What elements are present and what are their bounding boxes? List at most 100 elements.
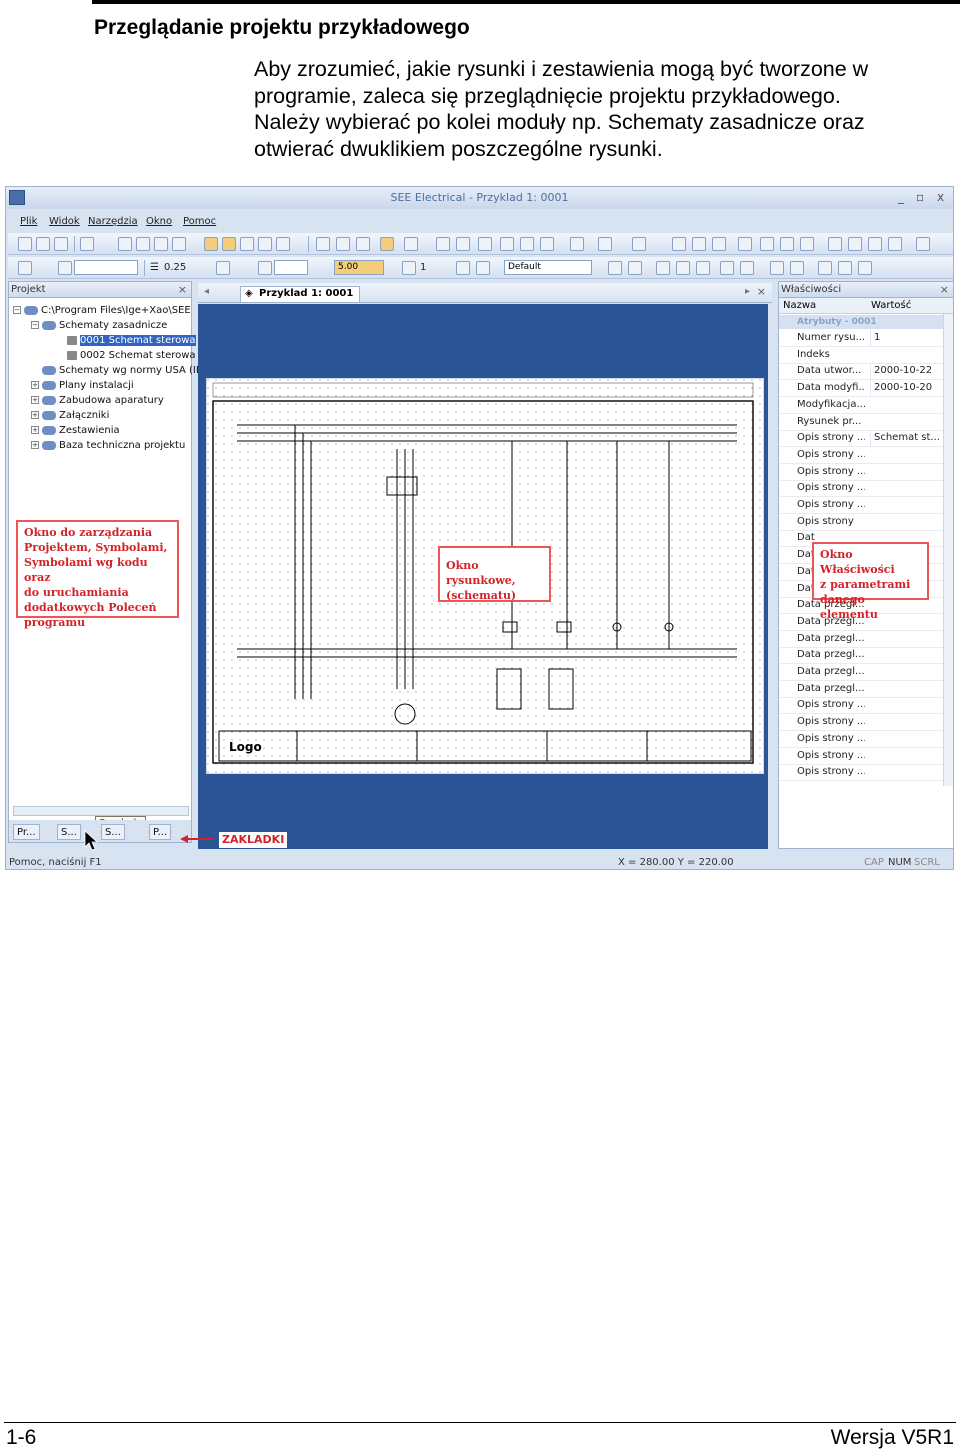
symbol-icon[interactable] xyxy=(818,261,832,275)
close-window-button[interactable]: x xyxy=(937,190,944,204)
arc-icon[interactable] xyxy=(500,237,514,251)
replace-icon[interactable] xyxy=(154,237,168,251)
property-row[interactable]: Opis strony ... xyxy=(779,480,944,498)
property-row[interactable]: Data modyfi... 2000-10-20 xyxy=(779,380,944,398)
tab-project[interactable]: Pr... xyxy=(13,824,40,840)
connect-icon[interactable] xyxy=(696,261,710,275)
property-row[interactable]: Opis strony ... xyxy=(779,748,944,765)
wire-icon[interactable] xyxy=(770,261,784,275)
tree-item-0002[interactable]: 0002 Schemat sterowa xyxy=(67,349,196,362)
text-style-icon[interactable] xyxy=(456,261,470,275)
property-row[interactable]: Data utwor... 2000-10-22 xyxy=(779,363,944,381)
delete-icon[interactable] xyxy=(916,237,930,251)
text-size-icon[interactable] xyxy=(476,261,490,275)
snap-icon[interactable] xyxy=(608,261,622,275)
line-icon[interactable] xyxy=(436,237,450,251)
cut-icon[interactable] xyxy=(672,237,686,251)
connect-icon[interactable] xyxy=(676,261,690,275)
property-row[interactable]: Numer rysu... 1 xyxy=(779,330,944,347)
menu-widok[interactable]: Widok xyxy=(49,216,80,227)
redo-icon[interactable] xyxy=(632,237,646,251)
properties-panel-close-icon[interactable]: × xyxy=(940,282,949,298)
attributes-group[interactable]: Atrybuty - 0001 xyxy=(779,315,944,329)
align-icon[interactable] xyxy=(738,237,752,251)
line-style-select[interactable] xyxy=(74,260,138,275)
property-row[interactable]: Rysunek pr... xyxy=(779,414,944,431)
paste-icon[interactable] xyxy=(712,237,726,251)
mirror-icon[interactable] xyxy=(800,237,814,251)
rotate-icon[interactable] xyxy=(848,237,862,251)
tab-symbols[interactable]: S... xyxy=(57,824,81,840)
line-width-value[interactable]: 0.25 xyxy=(164,262,186,273)
menu-pomoc[interactable]: Pomoc xyxy=(183,216,216,227)
tool-icon[interactable] xyxy=(172,237,186,251)
tree-item-baza-techniczna[interactable]: + Baza techniczna projektu xyxy=(31,439,185,452)
tab-symbols-code[interactable]: S... xyxy=(101,824,125,840)
tab-commands[interactable]: P... xyxy=(149,824,172,840)
menu-okno[interactable]: Okno xyxy=(146,216,172,227)
tree-item-zabudowa[interactable]: + Zabudowa aparatury xyxy=(31,394,164,407)
copy-icon[interactable] xyxy=(692,237,706,251)
wire-icon[interactable] xyxy=(740,261,754,275)
select-icon[interactable] xyxy=(570,237,584,251)
property-row[interactable]: Opis strony ... xyxy=(779,497,944,514)
property-row[interactable]: Data przegl... xyxy=(779,647,944,665)
scale-icon[interactable] xyxy=(868,237,882,251)
property-row[interactable]: Data przegl... xyxy=(779,664,944,681)
tree-item-zestawienia[interactable]: + Zestawienia xyxy=(31,424,120,437)
brush-icon[interactable] xyxy=(258,261,272,275)
ellipse-icon[interactable] xyxy=(520,237,534,251)
preview-icon[interactable] xyxy=(118,237,132,251)
new-file-icon[interactable] xyxy=(18,237,32,251)
zoom-in-icon[interactable] xyxy=(356,237,370,251)
property-row[interactable]: Opis strony ... xyxy=(779,764,944,782)
module-icon[interactable] xyxy=(240,237,254,251)
open-file-icon[interactable] xyxy=(36,237,50,251)
tree-item-schematy-usa[interactable]: Schematy wg normy USA (IE xyxy=(31,364,202,377)
snap-icon[interactable] xyxy=(628,261,642,275)
minimize-button[interactable]: _ xyxy=(898,190,904,204)
symbol-icon[interactable] xyxy=(858,261,872,275)
wire-icon[interactable] xyxy=(720,261,734,275)
tree-item-0001[interactable]: 0001 Schemat sterowa xyxy=(67,334,196,347)
property-row[interactable]: Opis strony ... xyxy=(779,714,944,732)
pointer-icon[interactable] xyxy=(380,237,394,251)
tree-item-schematy-zasadnicze[interactable]: − Schematy zasadnicze xyxy=(31,319,167,332)
property-row[interactable]: Opis strony ... xyxy=(779,697,944,715)
tree-item-plany-instalacji[interactable]: + Plany instalacji xyxy=(31,379,134,392)
menu-plik[interactable]: Plik xyxy=(20,216,37,227)
find-icon[interactable] xyxy=(136,237,150,251)
rectangle-icon[interactable] xyxy=(456,237,470,251)
symbol-icon[interactable] xyxy=(838,261,852,275)
drawing-tab[interactable]: ◈ Przyklad 1: 0001 xyxy=(240,286,361,302)
save-icon[interactable] xyxy=(54,237,68,251)
stretch-icon[interactable] xyxy=(760,237,774,251)
tab-next-icon[interactable]: ▸ xyxy=(745,286,750,297)
select-window-icon[interactable] xyxy=(404,237,418,251)
property-row[interactable]: Opis strony ... xyxy=(779,464,944,481)
property-row[interactable]: Opis strony ... Schemat st... xyxy=(779,430,944,448)
project-horizontal-scrollbar[interactable] xyxy=(13,806,189,816)
property-row[interactable]: Data przegl... xyxy=(779,681,944,698)
module-icon[interactable] xyxy=(276,237,290,251)
drawing-close-icon[interactable]: × xyxy=(757,285,766,298)
maximize-button[interactable]: ▫ xyxy=(916,190,924,204)
layer-value[interactable]: 1 xyxy=(420,262,426,273)
project-panel-close-icon[interactable]: × xyxy=(178,282,187,298)
connect-icon[interactable] xyxy=(656,261,670,275)
module-icon[interactable] xyxy=(222,237,236,251)
property-row[interactable]: Indeks xyxy=(779,347,944,364)
circle-icon[interactable] xyxy=(478,237,492,251)
print-icon[interactable] xyxy=(80,237,94,251)
properties-scrollbar[interactable] xyxy=(943,314,953,786)
module-icon[interactable] xyxy=(204,237,218,251)
property-row[interactable]: Opis strony xyxy=(779,514,944,531)
property-row[interactable]: Data przegl... xyxy=(779,631,944,648)
zoom-out-icon[interactable] xyxy=(336,237,350,251)
curve-icon[interactable] xyxy=(540,237,554,251)
redraw-icon[interactable] xyxy=(316,237,330,251)
grid-select[interactable]: 5.00 xyxy=(334,260,384,275)
fill-color-icon[interactable] xyxy=(216,261,230,275)
color-box[interactable] xyxy=(274,260,308,275)
measure-icon[interactable] xyxy=(888,237,902,251)
